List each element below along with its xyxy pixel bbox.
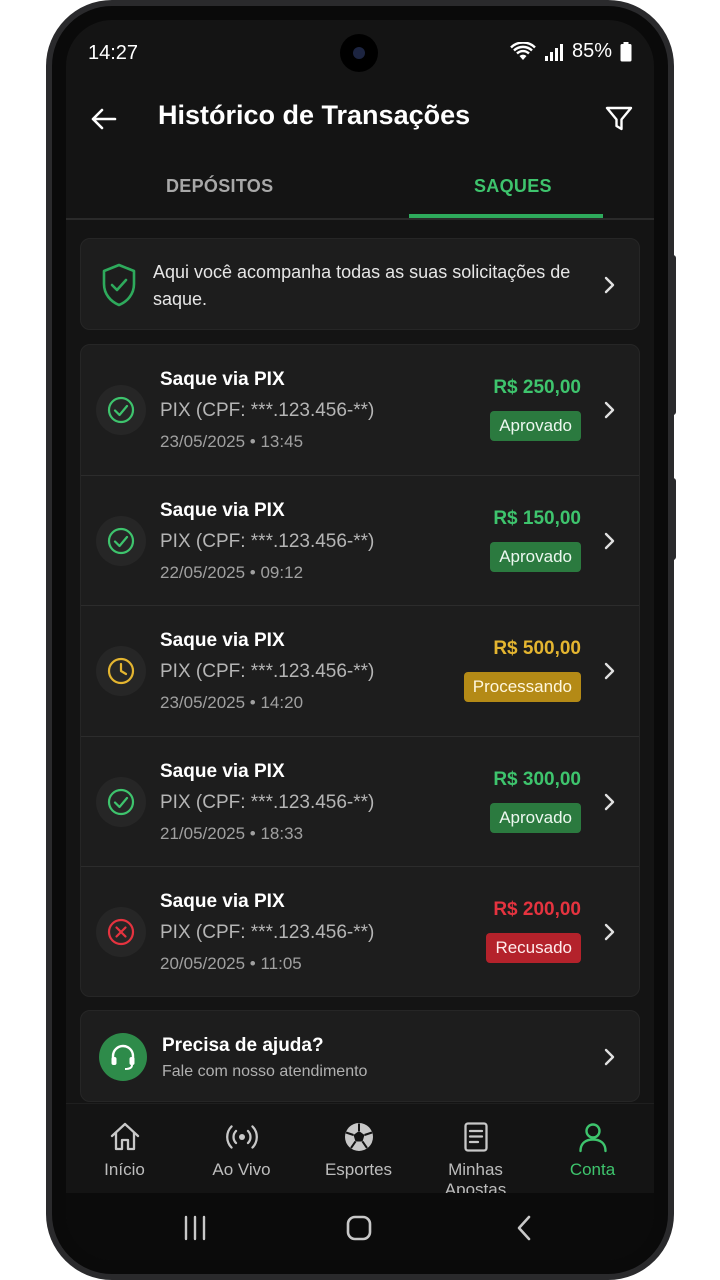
nav-item-live[interactable]: Ao Vivo [183, 1104, 300, 1194]
transaction-amount: R$ 250,00 [493, 377, 581, 398]
transaction-amount: R$ 200,00 [493, 899, 581, 920]
transaction-row[interactable]: Saque via PIX PIX (CPF: ***.123.456-**) … [81, 867, 639, 996]
transaction-date: 23/05/2025 • 14:20 [160, 693, 304, 712]
transaction-amount: R$ 500,00 [493, 638, 581, 659]
chevron-right-icon [604, 532, 615, 549]
transaction-amount: R$ 300,00 [493, 768, 581, 790]
nav-label: Conta [569, 1160, 616, 1179]
check-circle-icon [107, 396, 135, 424]
back-arrow-icon[interactable] [88, 104, 118, 134]
transaction-row[interactable]: Saque via PIX PIX (CPF: ***.123.456-**) … [81, 606, 639, 737]
transaction-title: Saque via PIX [160, 891, 285, 912]
system-navigation-bar [66, 1193, 654, 1260]
recent-apps-icon[interactable] [180, 1213, 210, 1243]
transaction-amount: R$ 150,00 [493, 507, 581, 529]
x-circle-icon [107, 918, 135, 946]
check-circle-icon [107, 788, 135, 815]
tab-withdrawals[interactable]: SAQUES [474, 176, 552, 197]
shield-check-icon [102, 263, 136, 307]
transaction-date: 23/05/2025 • 13:45 [160, 432, 304, 451]
transaction-row[interactable]: Saque via PIX PIX (CPF: ***.123.456-**) … [81, 345, 639, 476]
nav-label: Início [104, 1160, 145, 1179]
status-bar: 14:27 85% [66, 20, 654, 86]
check-circle-icon [107, 527, 135, 554]
status-badge: Recusado [486, 933, 581, 963]
chevron-right-icon [604, 1048, 615, 1066]
transaction-row[interactable]: Saque via PIX PIX (CPF: ***.123.456-**) … [81, 476, 639, 606]
status-icon-container [96, 385, 146, 435]
active-tab-indicator [409, 214, 603, 218]
transaction-title: Saque via PIX [160, 630, 285, 651]
transaction-method: PIX (CPF: ***.123.456-**) [160, 530, 375, 552]
bottom-navigation: Início Ao Vivo Esportes Minhas Apostas C… [66, 1103, 654, 1199]
back-button-icon[interactable] [510, 1213, 540, 1243]
battery-icon [620, 41, 632, 61]
info-text: Aqui você acompanha todas as suas solici… [153, 262, 571, 309]
chevron-right-icon [604, 923, 615, 941]
clock-icon [107, 657, 135, 685]
status-icon-container [96, 907, 146, 957]
volume-button [670, 255, 676, 415]
status-icon-container [96, 646, 146, 696]
front-camera [340, 34, 378, 72]
wifi-icon [510, 41, 536, 60]
status-badge: Aprovado [490, 802, 581, 833]
chevron-right-icon [604, 662, 615, 680]
app-screen: 14:27 85% Histórico de Transações DEPÓSI… [66, 20, 654, 1260]
transaction-method: PIX (CPF: ***.123.456-**) [160, 922, 375, 943]
status-badge: Processando [463, 672, 581, 702]
soccer-ball-icon [344, 1123, 373, 1151]
tab-deposits[interactable]: DEPÓSITOS [166, 176, 273, 197]
transaction-tabs: DEPÓSITOS SAQUES [66, 160, 654, 220]
info-card[interactable]: Aqui você acompanha todas as suas solici… [80, 238, 640, 330]
headset-icon-container [99, 1033, 147, 1081]
transaction-list: Saque via PIX PIX (CPF: ***.123.456-**) … [80, 344, 640, 997]
transaction-method: PIX (CPF: ***.123.456-**) [160, 791, 375, 813]
home-button-icon[interactable] [344, 1213, 374, 1243]
page-title: Histórico de Transações [158, 100, 471, 130]
headset-icon [111, 1044, 135, 1070]
chevron-right-icon [604, 276, 615, 294]
transaction-title: Saque via PIX [160, 369, 285, 390]
help-subtitle: Fale com nosso atendimento [162, 1063, 368, 1080]
nav-item-sports[interactable]: Esportes [300, 1104, 417, 1194]
chevron-right-icon [604, 401, 615, 419]
help-card[interactable]: Precisa de ajuda? Fale com nosso atendim… [80, 1010, 640, 1102]
power-button [670, 478, 676, 560]
filter-icon[interactable] [604, 104, 634, 134]
transaction-row[interactable]: Saque via PIX PIX (CPF: ***.123.456-**) … [81, 737, 639, 867]
status-icon-container [96, 776, 146, 827]
transaction-title: Saque via PIX [160, 760, 285, 782]
nav-item-home[interactable]: Início [66, 1104, 183, 1194]
signal-icon [544, 43, 563, 61]
status-badge: Aprovado [490, 411, 581, 441]
nav-label: Esportes [324, 1160, 393, 1179]
transaction-date: 22/05/2025 • 09:12 [160, 562, 304, 582]
status-icons: 85% [510, 40, 632, 63]
transaction-date: 21/05/2025 • 18:33 [160, 823, 304, 843]
nav-item-account[interactable]: Conta [534, 1104, 651, 1194]
receipt-icon [463, 1122, 488, 1152]
status-icon-container [96, 515, 146, 566]
transaction-date: 20/05/2025 • 11:05 [160, 954, 302, 973]
help-title: Precisa de ajuda? [162, 1035, 324, 1056]
transaction-title: Saque via PIX [160, 499, 285, 521]
nav-item-my-bets[interactable]: Minhas Apostas [417, 1104, 534, 1199]
nav-label: Ao Vivo [212, 1160, 271, 1179]
status-badge: Aprovado [490, 541, 581, 572]
home-icon [110, 1122, 139, 1151]
live-icon [225, 1125, 258, 1149]
user-icon [578, 1123, 607, 1153]
battery-percent: 85% [571, 40, 612, 62]
transaction-method: PIX (CPF: ***.123.456-**) [160, 661, 375, 682]
status-time: 14:27 [88, 42, 139, 64]
transaction-method: PIX (CPF: ***.123.456-**) [160, 400, 375, 421]
chevron-right-icon [604, 793, 615, 810]
app-header: Histórico de Transações [66, 86, 654, 152]
